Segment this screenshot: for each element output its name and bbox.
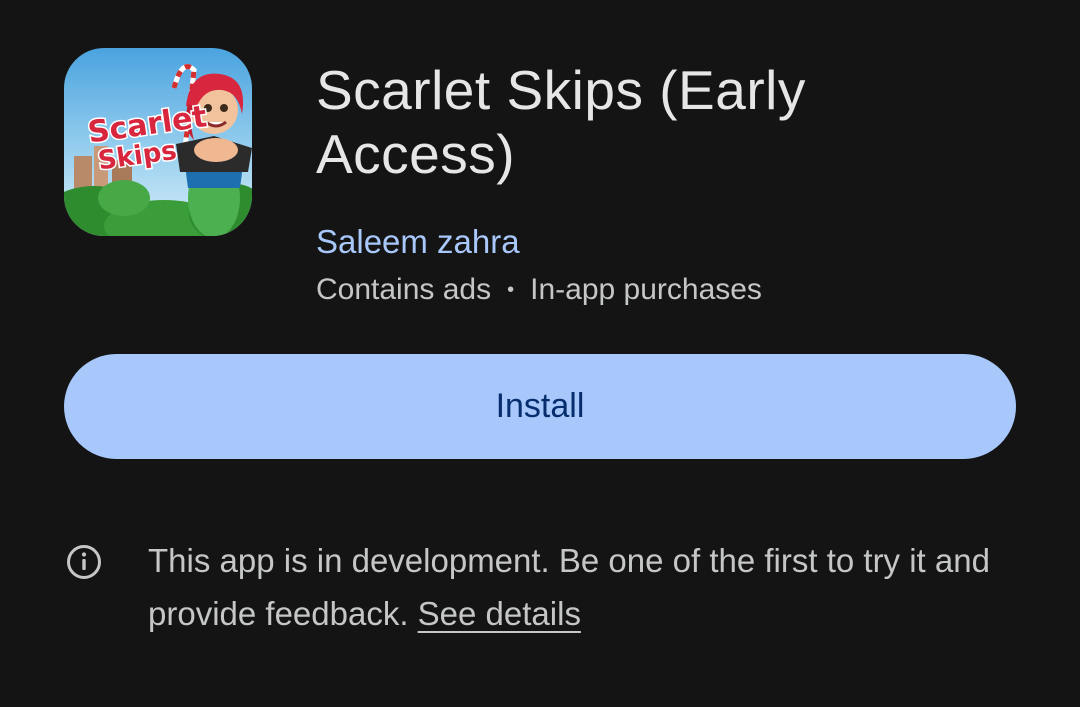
contains-ads-label: Contains ads: [316, 273, 492, 306]
see-details-link[interactable]: See details: [418, 595, 581, 632]
in-app-purchases-label: In-app purchases: [530, 273, 762, 306]
developer-link[interactable]: Saleem zahra: [316, 222, 520, 262]
app-title: Scarlet Skips (Early Access): [316, 59, 806, 185]
app-details-page: Scarlet Skips Scarlet Skips (Early Acces…: [0, 0, 1080, 707]
app-meta: Contains ads • In-app purchases: [316, 271, 762, 309]
meta-separator: •: [507, 279, 515, 301]
install-button[interactable]: Install: [64, 354, 1016, 459]
app-icon-artwork: Scarlet Skips: [64, 48, 252, 236]
early-access-notice: This app is in development. Be one of th…: [148, 534, 1008, 640]
info-icon: [67, 545, 101, 579]
app-icon: Scarlet Skips: [64, 48, 252, 236]
